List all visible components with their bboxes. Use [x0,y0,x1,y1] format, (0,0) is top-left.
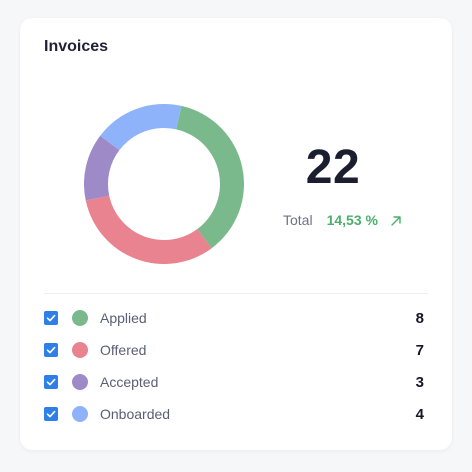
legend-item-offered: Offered 7 [44,334,428,366]
invoices-card: Invoices 22 Total 14,53 % Applied 8 Offe… [20,18,452,450]
onboarded-checkbox[interactable] [44,407,58,421]
checkmark-icon [46,410,56,418]
legend-item-accepted: Accepted 3 [44,366,428,398]
total-change: 14,53 % [326,212,378,228]
total-label: Total [283,212,313,228]
card-title: Invoices [44,38,109,55]
legend-dot-accepted [72,374,88,390]
offered-checkbox[interactable] [44,343,58,357]
checkmark-icon [46,314,56,322]
legend-label-accepted: Accepted [100,374,159,390]
legend-value-offered: 7 [415,341,424,359]
legend-label-applied: Applied [100,310,147,326]
checkmark-icon [46,346,56,354]
donut-slice-applied [176,105,245,249]
donut-slice-onboarded [100,104,182,151]
legend-dot-offered [72,342,88,358]
checkmark-icon [46,378,56,386]
legend-item-onboarded: Onboarded 4 [44,398,428,430]
donut-chart [84,104,245,264]
legend: Applied 8 Offered 7 Accepted 3 Onboarded [44,302,428,430]
donut-slice-offered [85,195,212,264]
donut-chart-svg [84,104,245,264]
accepted-checkbox[interactable] [44,375,58,389]
arrow-up-right-icon [390,214,402,226]
legend-dot-onboarded [72,406,88,422]
total-count: 22 [305,141,361,194]
legend-value-onboarded: 4 [415,405,424,423]
legend-value-applied: 8 [415,309,424,327]
legend-item-applied: Applied 8 [44,302,428,334]
applied-checkbox[interactable] [44,311,58,325]
legend-value-accepted: 3 [415,373,424,391]
legend-label-offered: Offered [100,342,147,358]
legend-dot-applied [72,310,88,326]
divider [44,293,428,294]
total-row: Total 14,53 % [283,212,402,228]
legend-label-onboarded: Onboarded [100,406,171,422]
